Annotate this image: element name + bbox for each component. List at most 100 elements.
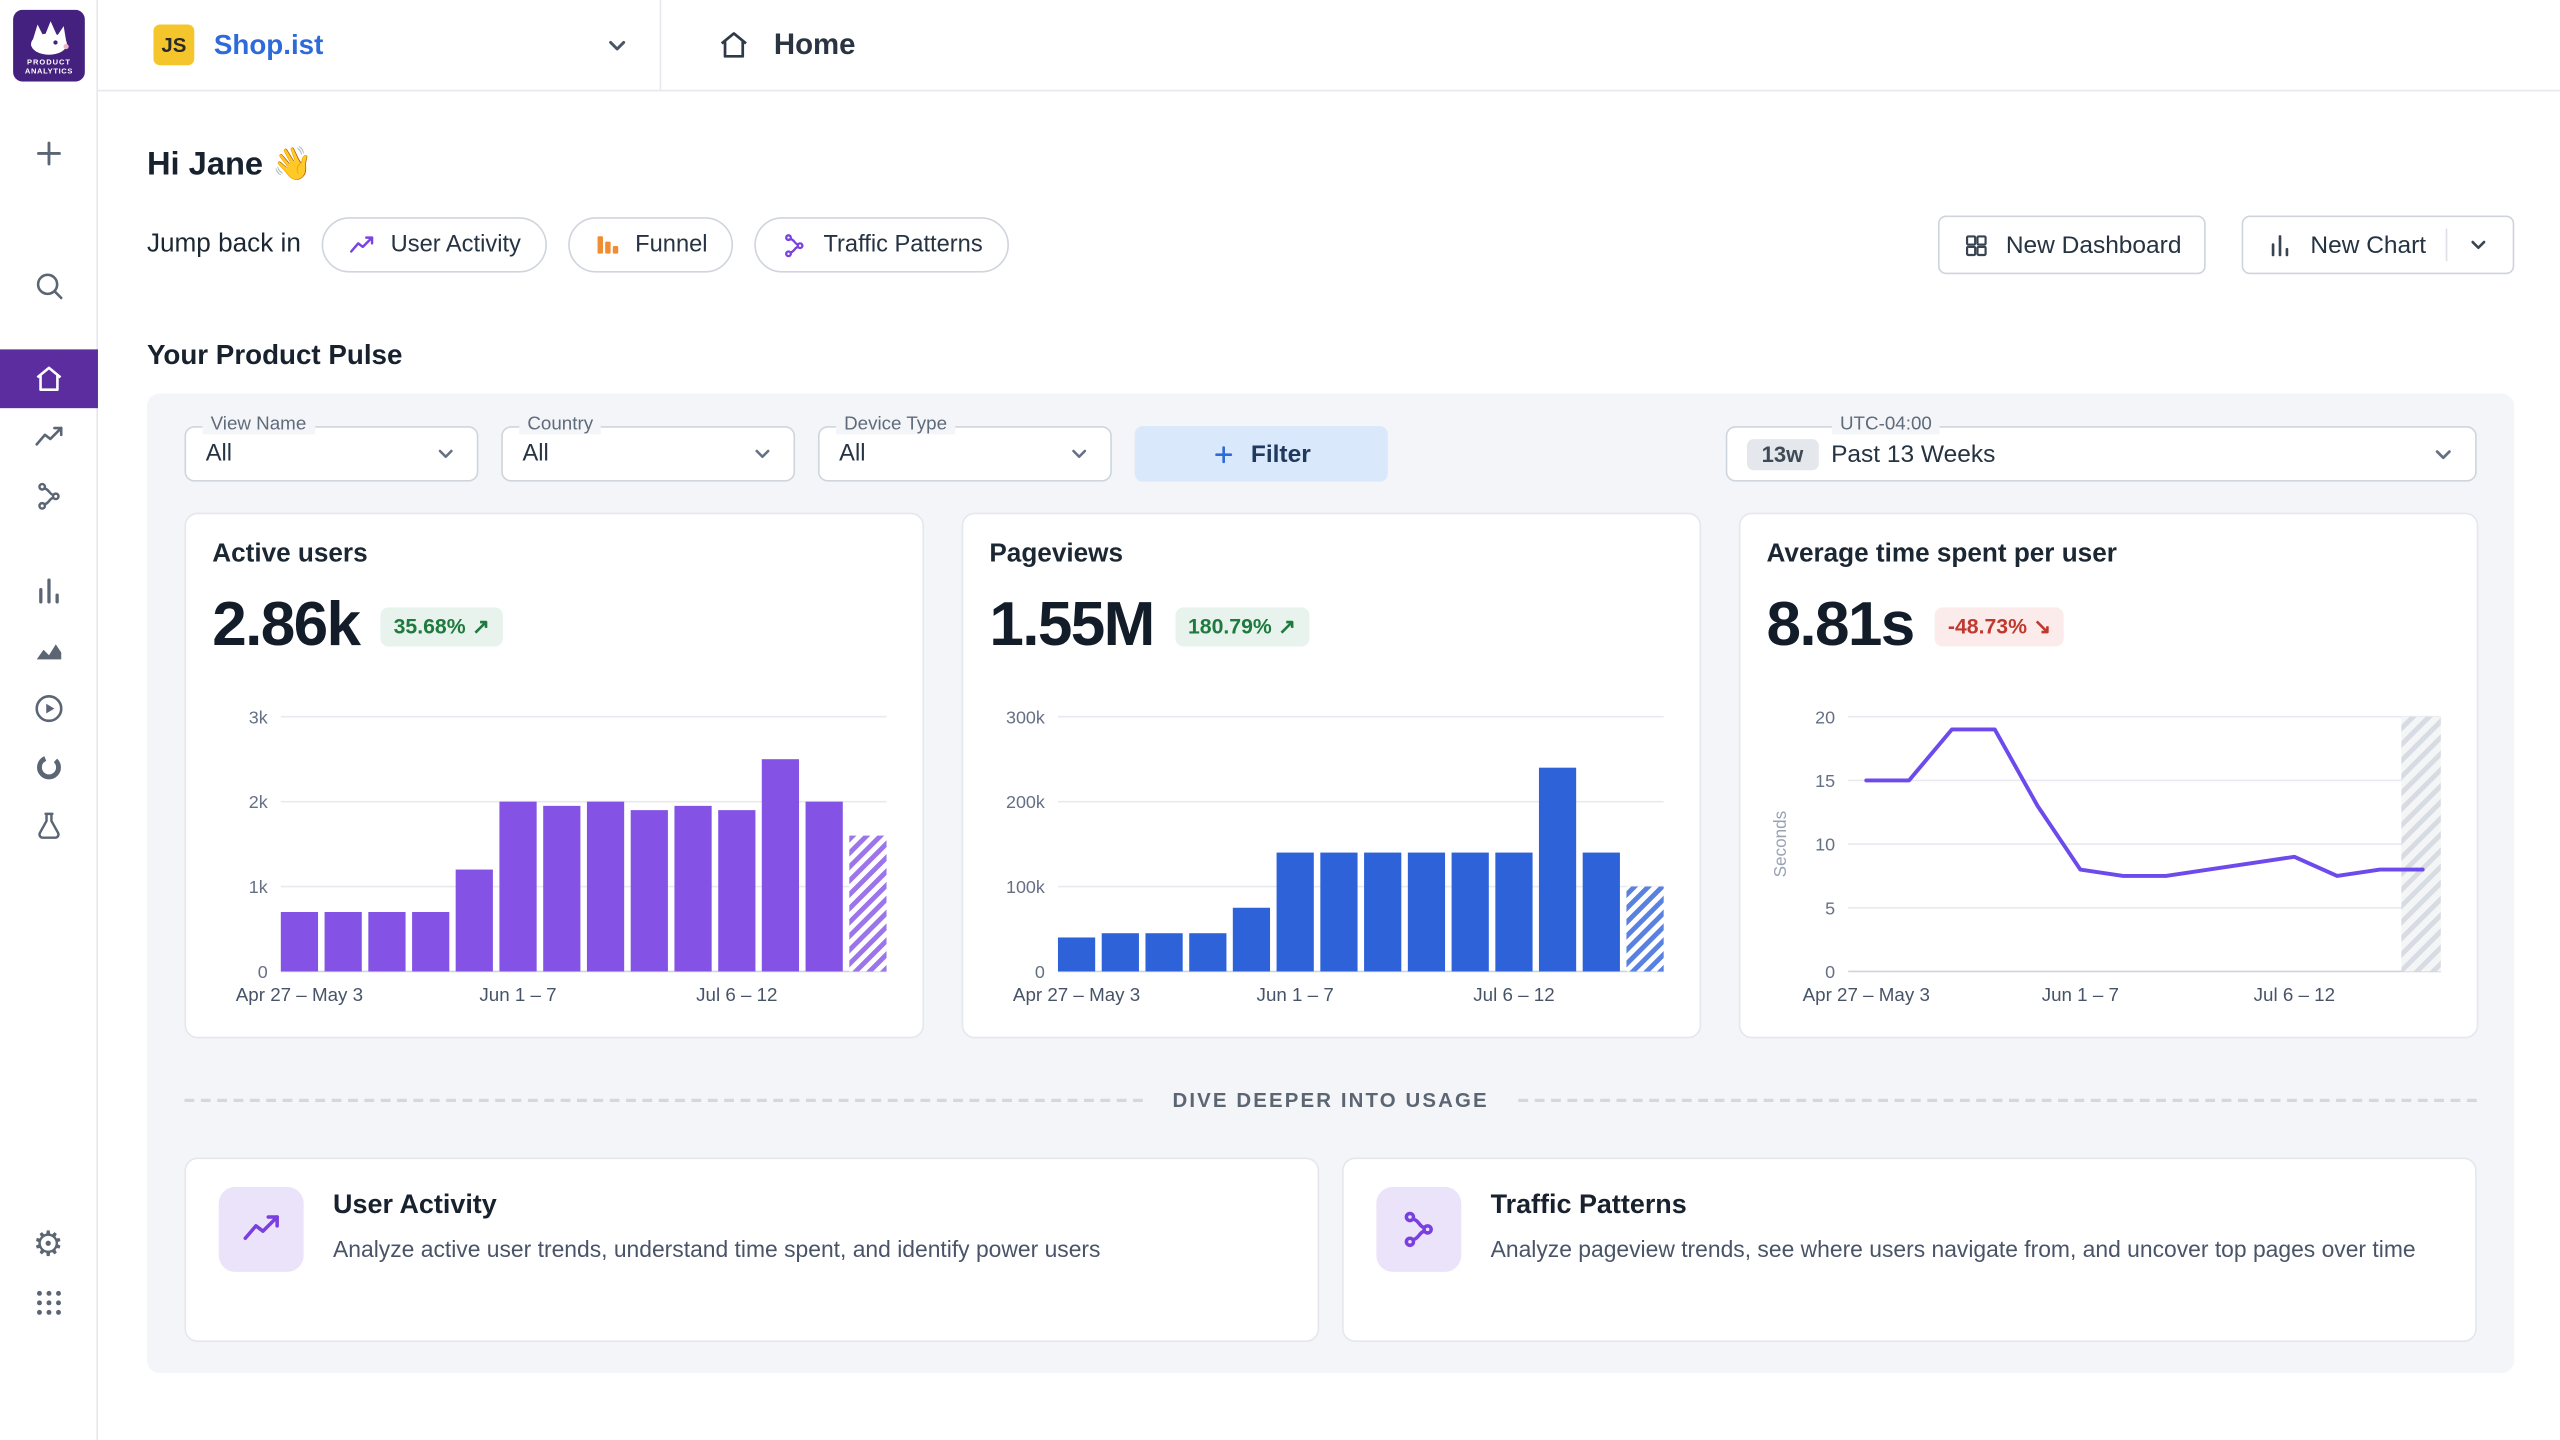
view-name-select[interactable]: View Name All <box>184 426 478 482</box>
svg-text:0: 0 <box>1825 962 1835 982</box>
filter-button-label: Filter <box>1251 440 1311 468</box>
apps-grid-button[interactable] <box>0 1273 97 1332</box>
svg-text:5: 5 <box>1825 898 1835 918</box>
select-label: Device Type <box>836 415 955 435</box>
deep-card-description: Analyze active user trends, understand t… <box>333 1233 1100 1267</box>
jump-back-label: Jump back in <box>147 230 301 259</box>
select-label: Country <box>519 415 601 435</box>
trend-line-icon <box>32 421 65 454</box>
chart-bars-icon <box>2266 231 2294 259</box>
delta-badge: 180.79% ↗ <box>1175 607 1309 646</box>
topbar: JS Shop.ist Home <box>98 0 2560 91</box>
svg-text:15: 15 <box>1815 771 1835 791</box>
trend-arrow-icon: ↗ <box>1278 613 1296 639</box>
trend-arrow-icon: ↗ <box>472 613 490 639</box>
sidebar-item-segments[interactable] <box>0 738 97 797</box>
area-chart-icon <box>32 633 65 666</box>
svg-text:Apr 27 – May 3: Apr 27 – May 3 <box>236 984 363 1005</box>
device-type-select[interactable]: Device Type All <box>818 426 1112 482</box>
jump-back-row: Jump back in User Activity Funnel Traffi… <box>147 216 2514 275</box>
metric-cards-row: Active users 2.86k 35.68% ↗ 01k2k3kApr 2… <box>184 513 2476 1039</box>
pill-traffic-patterns[interactable]: Traffic Patterns <box>755 217 1009 273</box>
svg-text:Jun 1 – 7: Jun 1 – 7 <box>2042 984 2119 1005</box>
dashboard-icon <box>1962 231 1990 259</box>
metric-value: 8.81s <box>1767 591 1914 661</box>
new-dashboard-button[interactable]: New Dashboard <box>1937 216 2206 275</box>
svg-text:Apr 27 – May 3: Apr 27 – May 3 <box>1803 984 1930 1005</box>
time-range-chip: 13w <box>1747 438 1818 469</box>
new-item-button[interactable] <box>0 124 97 183</box>
time-range-select[interactable]: UTC-04:00 13w Past 13 Weeks <box>1726 426 2477 482</box>
svg-text:Jun 1 – 7: Jun 1 – 7 <box>479 984 556 1005</box>
button-divider <box>2446 229 2448 262</box>
svg-text:300k: 300k <box>1006 707 1045 727</box>
plus-icon <box>30 136 66 172</box>
svg-text:20: 20 <box>1815 707 1835 727</box>
section-title-product-pulse: Your Product Pulse <box>147 340 2514 373</box>
divider-dash <box>1518 1099 2477 1102</box>
product-pulse-panel: View Name All Country All Device Type Al… <box>147 393 2514 1373</box>
svg-text:10: 10 <box>1815 835 1835 855</box>
select-value: All <box>206 441 232 467</box>
metric-title: Active users <box>212 540 896 569</box>
pill-label: Funnel <box>635 232 707 258</box>
pageviews-chart[interactable]: 0100k200k300kApr 27 – May 3Jun 1 – 7Jul … <box>989 697 1673 1010</box>
divider-dash <box>184 1099 1143 1102</box>
sidebar-item-paths[interactable] <box>0 467 97 526</box>
divider-label: DIVE DEEPER INTO USAGE <box>1173 1089 1489 1112</box>
add-filter-button[interactable]: Filter <box>1135 426 1388 482</box>
icon-tile <box>219 1187 304 1272</box>
paths-icon <box>32 480 65 513</box>
settings-button[interactable]: ⚙ <box>0 1215 97 1274</box>
viewport: PRODUCT ANALYTICS <box>0 0 2560 1440</box>
home-icon <box>717 28 751 62</box>
svg-text:Jul 6 – 12: Jul 6 – 12 <box>2254 984 2335 1005</box>
logo-text-line2: ANALYTICS <box>24 66 72 75</box>
new-chart-button[interactable]: New Chart <box>2242 216 2514 275</box>
sidebar-item-bar-charts[interactable] <box>0 562 97 621</box>
gear-icon: ⚙ <box>33 1227 64 1261</box>
time-range-value: Past 13 Weeks <box>1831 440 1995 468</box>
pill-funnel[interactable]: Funnel <box>568 217 733 273</box>
metric-title: Average time spent per user <box>1767 540 2451 569</box>
pill-label: User Activity <box>391 232 521 258</box>
donut-chart-icon <box>32 751 65 784</box>
top-actions: New Dashboard New Chart <box>1937 216 2514 275</box>
svg-text:200k: 200k <box>1006 792 1045 812</box>
sidebar-item-trends[interactable] <box>0 408 97 467</box>
page-title: Home <box>774 28 856 62</box>
delta-value: 180.79% <box>1188 614 1272 638</box>
active-users-card: Active users 2.86k 35.68% ↗ 01k2k3kApr 2… <box>184 513 924 1039</box>
logo-text-line1: PRODUCT <box>26 57 70 66</box>
product-analytics-logo[interactable]: PRODUCT ANALYTICS <box>12 10 84 82</box>
svg-text:1k: 1k <box>249 877 268 897</box>
delta-badge: 35.68% ↗ <box>381 607 503 646</box>
sidebar-item-area-charts[interactable] <box>0 620 97 679</box>
sidebar-item-experiments[interactable] <box>0 797 97 856</box>
metric-title: Pageviews <box>989 540 1673 569</box>
project-selector[interactable]: JS Shop.ist <box>98 0 661 90</box>
svg-text:100k: 100k <box>1006 877 1045 897</box>
breadcrumb[interactable]: Home <box>661 0 855 90</box>
svg-text:3k: 3k <box>249 707 268 727</box>
metric-value: 2.86k <box>212 591 359 661</box>
chevron-down-icon <box>751 442 774 465</box>
line-chart-icon <box>348 231 376 259</box>
avg-time-chart[interactable]: 05101520SecondsApr 27 – May 3Jun 1 – 7Ju… <box>1767 697 2451 1010</box>
active-users-chart[interactable]: 01k2k3kApr 27 – May 3Jun 1 – 7Jul 6 – 12 <box>212 697 896 1010</box>
traffic-patterns-card[interactable]: Traffic Patterns Analyze pageview trends… <box>1342 1158 2477 1342</box>
svg-text:0: 0 <box>1035 962 1045 982</box>
grid-dots-icon <box>32 1287 65 1320</box>
sidebar-item-home[interactable] <box>0 349 97 408</box>
chevron-down-icon <box>2467 233 2490 256</box>
timezone-label: UTC-04:00 <box>1832 415 1940 435</box>
bar-chart-icon <box>32 575 65 608</box>
search-button[interactable] <box>0 256 97 315</box>
svg-text:Jun 1 – 7: Jun 1 – 7 <box>1257 984 1334 1005</box>
select-value: All <box>839 441 865 467</box>
chevron-down-icon <box>604 32 630 58</box>
pill-user-activity[interactable]: User Activity <box>322 217 547 273</box>
country-select[interactable]: Country All <box>501 426 795 482</box>
sidebar-item-session-replay[interactable] <box>0 679 97 738</box>
user-activity-card[interactable]: User Activity Analyze active user trends… <box>184 1158 1319 1342</box>
